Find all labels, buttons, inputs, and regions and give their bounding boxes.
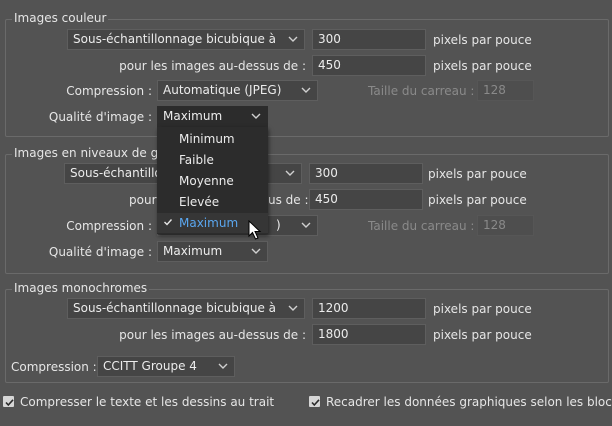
gray-above-label-left: pour (129, 193, 157, 207)
mono-above-unit: pixels par pouce (433, 328, 532, 342)
checkmark-icon (311, 399, 320, 407)
quality-option-label: Moyenne (179, 174, 234, 188)
gray-method-value: Sous-échantillo (70, 166, 162, 180)
chevron-down-icon (285, 170, 295, 176)
gray-quality-label: Qualité d'image : (48, 245, 152, 259)
mono-method-value: Sous-échantillonnage bicubique à (73, 301, 276, 315)
color-images-legend: Images couleur (12, 10, 109, 26)
color-quality-value: Maximum (163, 109, 223, 123)
mono-above-field[interactable]: 1800 (312, 324, 426, 345)
checkmark-icon (164, 219, 173, 226)
mono-compression-select[interactable]: CCITT Groupe 4 (97, 356, 235, 377)
mono-method-select[interactable]: Sous-échantillonnage bicubique à (67, 298, 305, 319)
crop-data-label[interactable]: Recadrer les données graphiques selon le… (326, 394, 612, 410)
mono-images-legend: Images monochromes (12, 280, 150, 296)
quality-option-label: Faible (179, 153, 214, 167)
gray-above-label-right: us de : (268, 193, 309, 207)
color-compression-label: Compression : (66, 84, 152, 98)
color-compression-select[interactable]: Automatique (JPEG) (157, 80, 318, 101)
gray-tile-label: Taille du carreau : (368, 219, 475, 233)
chevron-down-icon (251, 113, 261, 119)
chevron-down-icon (301, 87, 311, 93)
gray-resolution-field[interactable]: 300 (309, 163, 423, 184)
quality-option-faible[interactable]: Faible (157, 150, 268, 170)
mono-resolution-field[interactable]: 1200 (312, 298, 426, 319)
gray-tile-field: 128 (477, 215, 534, 236)
gray-images-legend: Images en niveaux de gri (12, 145, 169, 161)
color-tile-field: 128 (477, 80, 534, 101)
mono-compression-label: Compression : (11, 360, 97, 374)
chevron-down-icon (301, 222, 311, 228)
crop-data-checkbox[interactable] (309, 396, 320, 407)
gray-quality-value: Maximum (163, 244, 223, 258)
color-above-field[interactable]: 450 (312, 55, 426, 76)
quality-option-label: Elevée (179, 195, 220, 209)
gray-compression-label: Compression : (66, 219, 152, 233)
color-compression-value: Automatique (JPEG) (163, 83, 282, 97)
color-method-value: Sous-échantillonnage bicubique à (73, 32, 276, 46)
gray-above-unit: pixels par pouce (428, 193, 527, 207)
mono-resolution-unit: pixels par pouce (433, 302, 532, 316)
color-above-unit: pixels par pouce (433, 59, 532, 73)
color-quality-label: Qualité d'image : (48, 110, 152, 124)
gray-quality-select[interactable]: Maximum (157, 241, 268, 262)
color-method-select[interactable]: Sous-échantillonnage bicubique à (67, 29, 305, 50)
compress-text-checkbox[interactable] (3, 396, 14, 407)
chevron-down-icon (218, 363, 228, 369)
color-quality-select[interactable]: Maximum (157, 106, 268, 127)
quality-option-moyenne[interactable]: Moyenne (157, 171, 268, 191)
compress-text-label[interactable]: Compresser le texte et les dessins au tr… (20, 394, 274, 410)
quality-option-label: Maximum (179, 216, 239, 230)
mono-compression-value: CCITT Groupe 4 (103, 359, 197, 373)
quality-option-minimum[interactable]: Minimum (157, 129, 268, 149)
gray-above-field[interactable]: 450 (309, 189, 423, 210)
chevron-down-icon (251, 248, 261, 254)
mouse-cursor-icon (248, 220, 262, 240)
mono-above-label: pour les images au-dessus de : (119, 328, 306, 342)
quality-option-elevee[interactable]: Elevée (157, 192, 268, 212)
color-tile-label: Taille du carreau : (368, 84, 475, 98)
color-resolution-field[interactable]: 300 (312, 29, 426, 50)
color-above-label: pour les images au-dessus de : (119, 59, 306, 73)
chevron-down-icon (288, 36, 298, 42)
chevron-down-icon (288, 305, 298, 311)
gray-resolution-unit: pixels par pouce (428, 167, 527, 181)
color-resolution-unit: pixels par pouce (433, 33, 532, 47)
quality-dropdown-menu: Minimum Faible Moyenne Elevée Maximum (157, 127, 268, 234)
checkmark-icon (5, 399, 14, 407)
gray-compression-tail: ) (276, 218, 281, 232)
quality-option-label: Minimum (179, 132, 235, 146)
